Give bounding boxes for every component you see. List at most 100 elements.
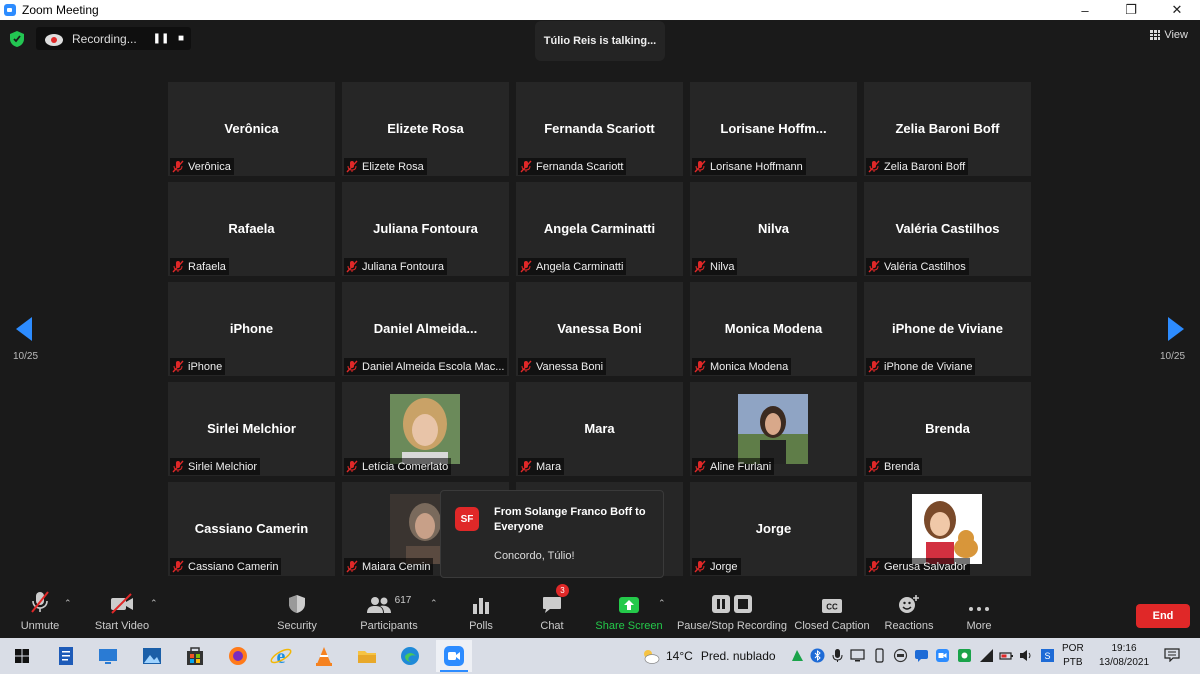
firefox-icon[interactable] [226,644,250,668]
phone-tray-icon[interactable] [872,648,887,663]
store-app-icon[interactable] [183,644,207,668]
start-video-button[interactable]: Start Video [94,586,150,638]
pause-stop-recording-button[interactable]: Pause/Stop Recording [677,586,787,638]
participants-button[interactable]: 617 Participants [360,586,418,638]
reactions-label: Reactions [884,620,934,632]
microphone-tray-icon[interactable] [830,648,845,663]
participant-tile[interactable]: Fernanda Scariott Fernanda Scariott [516,82,683,176]
windows-start-icon[interactable] [10,644,34,668]
participant-tile[interactable]: Zelia Baroni Boff Zelia Baroni Boff [864,82,1031,176]
participant-tile[interactable]: Aline Furlani [690,382,857,476]
participant-tile[interactable]: Vanessa Boni Vanessa Boni [516,282,683,376]
minimize-button[interactable]: – [1062,0,1108,20]
participant-tile[interactable]: Mara Mara [516,382,683,476]
video-off-icon [111,593,133,614]
display-tray-icon[interactable] [850,648,865,663]
stop-recording-icon[interactable]: ■ [171,33,191,44]
edge-browser-icon[interactable] [398,644,422,668]
participant-tile[interactable]: Daniel Almeida... Daniel Almeida Escola M… [342,282,509,376]
participant-name-label: Sirlei Melchior [170,458,261,475]
participant-tile[interactable]: Elizete Rosa Elizete Rosa [342,82,509,176]
participant-name: Monica Modena [710,360,789,373]
internet-explorer-icon[interactable]: e [269,644,293,668]
system-clock[interactable]: 19:16 13/08/2021 [1096,642,1152,670]
pause-recording-icon[interactable]: ❚❚ [151,33,171,44]
participant-name: Verônica [188,160,231,173]
file-explorer-icon[interactable] [355,644,379,668]
participant-name: Gerusa Salvador [884,560,967,573]
participant-tile[interactable]: Gerusa Salvador [864,482,1031,576]
participant-tile[interactable]: Angela Carminatti Angela Carminatti [516,182,683,276]
unmute-button[interactable]: Unmute [18,586,62,638]
vlc-icon[interactable] [312,644,336,668]
participant-tile[interactable]: iPhone iPhone [168,282,335,376]
participant-name-label: Brenda [866,458,923,475]
participant-tile[interactable]: Jorge Jorge [690,482,857,576]
notification-center-icon[interactable] [1164,648,1180,662]
participant-name: Jorge [710,560,738,573]
chat-button[interactable]: 3 Chat [535,584,569,638]
participant-name-label: Vanessa Boni [518,358,607,375]
participant-tile[interactable]: Juliana Fontoura Juliana Fontoura [342,182,509,276]
participant-tile[interactable]: iPhone de Viviane iPhone de Viviane [864,282,1031,376]
audio-options-caret-icon[interactable]: ⌃ [64,598,72,609]
title-bar: Zoom Meeting – ❐ ✕ [0,0,1200,20]
participant-name: iPhone [188,360,223,373]
participant-tile[interactable]: Letícia Comerlato [342,382,509,476]
kaspersky-tray-icon[interactable] [790,648,805,663]
view-button[interactable]: View [1150,29,1188,41]
participant-tile[interactable]: Nilva Nilva [690,182,857,276]
participant-name: Daniel Almeida Escola Mac... [362,360,505,373]
remote-desktop-icon[interactable] [96,644,120,668]
zoom-taskbar-button[interactable] [436,640,472,672]
power-tray-icon[interactable] [999,648,1014,663]
participant-tile[interactable]: Monica Modena Monica Modena [690,282,857,376]
photos-app-icon[interactable] [140,644,164,668]
weather-temperature: 14°C [666,649,693,663]
next-page-arrow-icon[interactable] [1166,316,1186,342]
participant-name-label: Letícia Comerlato [344,458,452,475]
encryption-shield-icon[interactable] [10,31,24,47]
participants-caret-icon[interactable]: ⌃ [430,598,438,609]
close-button[interactable]: ✕ [1154,0,1200,20]
participant-tile[interactable]: Brenda Brenda [864,382,1031,476]
input-language[interactable]: POR PTB [1062,642,1084,670]
reactions-smiley-icon [899,595,919,613]
network-drive-tray-icon[interactable] [893,648,908,663]
wifi-tray-icon[interactable] [979,648,994,663]
weather-widget[interactable]: 14°C Pred. nublado [640,648,776,664]
keyboard-tray-icon[interactable]: S [1040,648,1055,663]
share-screen-button[interactable]: Share Screen [595,586,663,638]
participant-name-label: Angela Carminatti [518,258,627,275]
zoom-tray-icon[interactable] [935,648,950,663]
video-options-caret-icon[interactable]: ⌃ [150,598,158,609]
green-app-tray-icon[interactable] [957,648,972,663]
reactions-button[interactable]: Reactions [884,586,934,638]
bluetooth-tray-icon[interactable] [810,648,825,663]
participant-name: Nilva [710,260,735,273]
share-options-caret-icon[interactable]: ⌃ [658,598,666,609]
participant-tile[interactable]: Sirlei Melchior Sirlei Melchior [168,382,335,476]
pause-stop-recording-icon [712,595,752,613]
polls-label: Polls [469,620,493,632]
chat-tray-icon[interactable] [914,648,929,663]
participant-tile[interactable]: Cassiano Camerin Cassiano Camerin [168,482,335,576]
end-meeting-button[interactable]: End [1136,604,1190,628]
maximize-button[interactable]: ❐ [1108,0,1154,20]
participant-photo [912,494,982,564]
chat-notification-popup[interactable]: SF From Solange Franco Boff to Everyone … [440,490,664,578]
participant-name-label: Mara [518,458,565,475]
participant-tile[interactable]: Verônica Verônica [168,82,335,176]
clock-date: 13/08/2021 [1098,657,1150,668]
word-document-icon[interactable] [54,644,78,668]
security-button[interactable]: Security [274,586,320,638]
more-button[interactable]: More [962,586,996,638]
muted-mic-icon [868,260,880,273]
participant-tile[interactable]: Rafaela Rafaela [168,182,335,276]
closed-caption-button[interactable]: CC Closed Caption [794,586,870,638]
participant-tile[interactable]: Lorisane Hoffm... Lorisane Hoffmann [690,82,857,176]
polls-button[interactable]: Polls [464,586,498,638]
previous-page-arrow-icon[interactable] [14,316,34,342]
participant-tile[interactable]: Valéria Castilhos Valéria Castilhos [864,182,1031,276]
speaker-tray-icon[interactable] [1019,648,1034,663]
